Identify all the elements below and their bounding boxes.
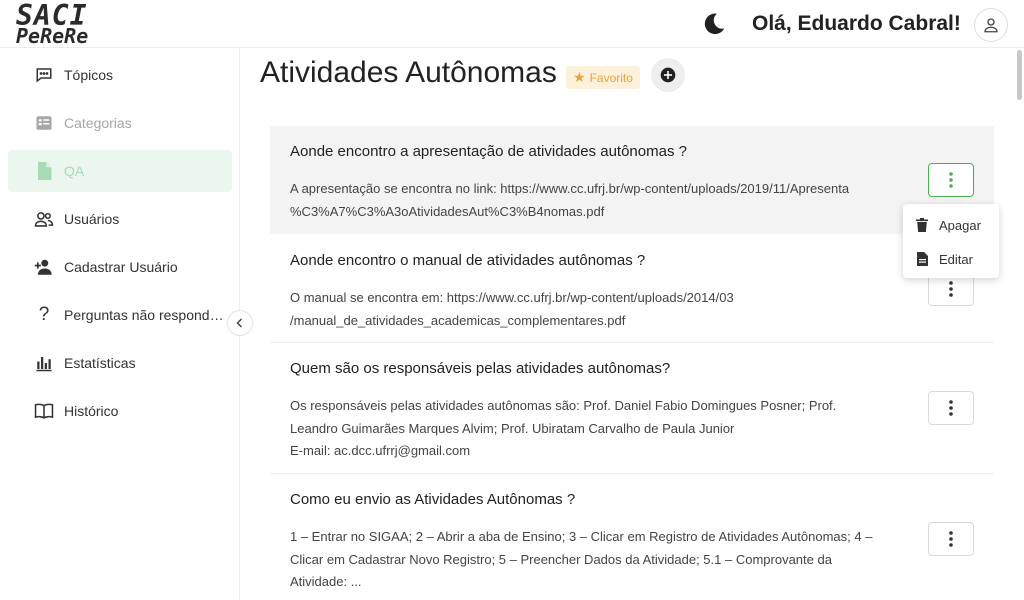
qa-question: Quem são os responsáveis pelas atividade…	[290, 360, 671, 377]
sidebar-item-label: QA	[64, 163, 85, 179]
qa-answer: Os responsáveis pelas atividades autônom…	[290, 395, 910, 463]
add-qa-button[interactable]	[651, 58, 685, 92]
user-plus-icon	[34, 257, 54, 277]
app-logo[interactable]: SACI PeReRe	[16, 2, 89, 48]
chat-icon	[34, 65, 54, 85]
menu-item-label: Editar	[939, 251, 973, 267]
favorite-button[interactable]: ★ Favorito	[566, 66, 640, 89]
trash-icon	[915, 218, 929, 232]
sidebar-item-cadastrar-usuario[interactable]: Cadastrar Usuário	[8, 246, 232, 288]
answer-line: Clicar em Cadastrar Novo Registro; 5 – P…	[290, 551, 832, 567]
kebab-icon	[949, 400, 953, 416]
sidebar-item-qa[interactable]: QA	[8, 150, 232, 192]
document-icon	[915, 252, 929, 266]
answer-line: %C3%A7%C3%A3oAtividadesAut%C3%B4nomas.pd…	[290, 203, 605, 219]
dark-mode-toggle[interactable]	[700, 10, 728, 38]
sidebar-item-label: Usuários	[64, 211, 120, 227]
qa-question: Aonde encontro o manual de atividades au…	[290, 252, 646, 269]
menu-item-label: Apagar	[939, 217, 981, 233]
sidebar-item-topicos[interactable]: Tópicos	[8, 54, 232, 96]
qa-answer: A apresentação se encontra no link: http…	[290, 178, 910, 223]
sidebar-item-perguntas-nao-respondidas[interactable]: ? Perguntas não respondidas	[8, 294, 232, 336]
book-icon	[34, 401, 54, 421]
kebab-icon	[949, 531, 953, 547]
logo-line-2: PeReRe	[16, 24, 89, 48]
kebab-icon	[949, 281, 953, 297]
qa-card: Como eu envio as Atividades Autônomas ? …	[270, 474, 994, 600]
top-bar: SACI PeReRe Olá, Eduardo Cabral!	[0, 0, 1024, 48]
kebab-icon	[949, 172, 953, 188]
menu-item-apagar[interactable]: Apagar	[903, 209, 999, 241]
page-title: Atividades Autônomas	[260, 56, 557, 89]
answer-line: /manual_de_atividades_academicas_complem…	[290, 312, 626, 328]
qa-answer: O manual se encontra em: https://www.cc.…	[290, 287, 910, 332]
qa-card: Quem são os responsáveis pelas atividade…	[270, 343, 994, 474]
qa-answer: 1 – Entrar no SIGAA; 2 – Abrir a aba de …	[290, 526, 910, 594]
answer-line: 1 – Entrar no SIGAA; 2 – Abrir a aba de …	[290, 529, 873, 544]
answer-line: A apresentação se encontra no link: http…	[290, 181, 850, 196]
sidebar-item-estatisticas[interactable]: Estatísticas	[8, 342, 232, 384]
answer-line: Atividade: ...	[290, 574, 362, 589]
file-icon	[34, 161, 54, 181]
qa-card: Aonde encontro a apresentação de ativida…	[270, 126, 994, 234]
sidebar-item-historico[interactable]: Histórico	[8, 390, 232, 432]
qa-card: Aonde encontro o manual de atividades au…	[270, 234, 994, 343]
qa-options-button[interactable]	[928, 391, 974, 425]
answer-line: O manual se encontra em: https://www.cc.…	[290, 290, 734, 305]
sidebar-item-label: Categorias	[64, 115, 132, 131]
menu-item-editar[interactable]: Editar	[903, 243, 999, 275]
collapse-sidebar-button[interactable]	[227, 310, 253, 336]
user-greeting: Olá, Eduardo Cabral!	[752, 12, 961, 35]
answer-line: Os responsáveis pelas atividades autônom…	[290, 398, 837, 413]
plus-circle-icon	[660, 67, 676, 83]
sidebar-item-label: Perguntas não respondidas	[64, 307, 224, 323]
scrollbar-thumb[interactable]	[1017, 50, 1022, 100]
chevron-left-icon	[236, 318, 243, 328]
qa-question: Aonde encontro a apresentação de ativida…	[290, 143, 687, 160]
sidebar-item-categorias[interactable]: Categorias	[8, 102, 232, 144]
qa-options-button[interactable]	[928, 522, 974, 556]
list-icon	[34, 113, 54, 133]
moon-icon	[704, 13, 725, 35]
qa-options-menu: Apagar Editar	[903, 204, 999, 278]
sidebar-item-label: Estatísticas	[64, 355, 136, 371]
answer-line: Leandro Guimarães Marques Alvim; Prof. U…	[290, 420, 735, 436]
user-icon	[984, 18, 998, 33]
sidebar-item-label: Tópicos	[64, 67, 114, 83]
question-icon: ?	[38, 304, 50, 325]
sidebar-item-label: Histórico	[64, 403, 119, 419]
bar-chart-icon	[34, 353, 54, 373]
sidebar-item-usuarios[interactable]: Usuários	[8, 198, 232, 240]
sidebar-item-label: Cadastrar Usuário	[64, 259, 178, 275]
qa-question: Como eu envio as Atividades Autônomas ?	[290, 491, 576, 508]
qa-options-button[interactable]	[928, 163, 974, 197]
sidebar: Tópicos Categorias QA Usuários Cadastrar…	[0, 48, 240, 600]
answer-line: E-mail: ac.dcc.ufrrj@gmail.com	[290, 443, 471, 458]
star-icon: ★	[573, 69, 586, 85]
favorite-label: Favorito	[589, 70, 633, 85]
users-icon	[34, 209, 54, 229]
user-menu-button[interactable]	[974, 8, 1008, 42]
